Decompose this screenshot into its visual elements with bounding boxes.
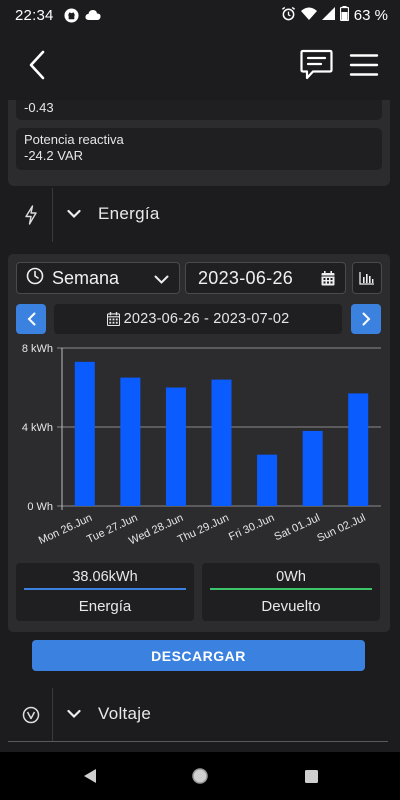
wifi-icon xyxy=(300,7,317,24)
bar xyxy=(74,361,95,506)
chevron-down-icon[interactable] xyxy=(64,204,84,224)
x-tick-label: Mon 26.Jun xyxy=(37,512,94,547)
returned-total-line xyxy=(210,588,372,590)
next-period-button[interactable] xyxy=(351,304,381,334)
reactive-power-tile: Potencia reactiva -24.2 VAR xyxy=(16,128,382,170)
date-input[interactable]: 2023-06-26 xyxy=(185,262,346,294)
alarm-icon xyxy=(281,6,296,25)
x-tick-label: Thu 29.Jun xyxy=(176,512,231,546)
x-tick-label: Sun 02.Jul xyxy=(315,512,367,545)
back-nav-icon[interactable] xyxy=(80,766,100,786)
bar xyxy=(211,379,232,506)
feedback-button[interactable] xyxy=(298,47,334,83)
chart-type-button[interactable] xyxy=(352,262,382,294)
recents-nav-icon[interactable] xyxy=(301,766,321,786)
voltage-section-title: Voltaje xyxy=(98,704,152,723)
date-input-value: 2023-06-26 xyxy=(198,267,294,288)
period-select-value: Semana xyxy=(52,267,120,288)
date-range-label: 2023-06-26 - 2023-07-02 xyxy=(54,304,342,334)
x-tick-label: Fri 30.Jun xyxy=(227,512,276,544)
chevron-down-icon xyxy=(154,272,169,290)
energy-bar-chart: 0 Wh4 kWh8 kWhMon 26.JunTue 27.JunWed 28… xyxy=(22,343,381,547)
date-range-text: 2023-06-26 - 2023-07-02 xyxy=(123,311,290,327)
tile-value: -0.43 xyxy=(24,100,54,115)
bar xyxy=(165,387,186,506)
chevron-left-icon xyxy=(29,50,45,80)
value-tile: -0.43 xyxy=(16,100,382,120)
returned-total-label: Devuelto xyxy=(261,598,321,615)
bar xyxy=(302,430,323,506)
tile-label: Potencia reactiva xyxy=(24,132,124,147)
y-tick-label: 0 Wh xyxy=(27,501,53,513)
system-nav-bar xyxy=(0,752,400,800)
chevron-left-icon xyxy=(27,312,35,326)
main-content[interactable]: -0.43 Potencia reactiva -24.2 VAR Energí… xyxy=(0,100,400,760)
lightning-icon xyxy=(20,203,42,227)
status-bar: 22:34 63 % xyxy=(0,0,400,30)
battery-percent: 63 % xyxy=(353,6,388,24)
home-nav-icon[interactable] xyxy=(190,766,210,786)
download-button[interactable]: DESCARGAR xyxy=(32,640,365,671)
chevron-right-icon xyxy=(362,312,370,326)
y-tick-label: 4 kWh xyxy=(22,422,53,434)
battery-icon xyxy=(339,5,349,25)
calendar-icon xyxy=(106,312,120,326)
github-icon xyxy=(64,7,79,23)
bar xyxy=(120,377,141,506)
y-tick-label: 8 kWh xyxy=(22,343,53,355)
status-time: 22:34 xyxy=(15,6,54,24)
cloud-icon xyxy=(84,9,101,21)
bar-chart-icon xyxy=(359,272,374,285)
signal-icon xyxy=(321,6,335,24)
tile-value: -24.2 VAR xyxy=(24,148,84,163)
energy-total-box: 38.06kWh Energía xyxy=(16,563,194,621)
measurements-card: -0.43 Potencia reactiva -24.2 VAR xyxy=(8,100,390,186)
section-divider xyxy=(52,688,53,742)
energy-section-header[interactable]: Energía xyxy=(0,188,400,242)
energy-chart: 0 Wh 4 kWh 8 kWh Mon 26.Jun Tue 27.Jun Wed 28… xyxy=(8,342,390,562)
chat-icon xyxy=(299,49,333,80)
clock-icon xyxy=(26,267,44,290)
menu-button[interactable] xyxy=(346,47,382,83)
back-button[interactable] xyxy=(22,48,52,82)
x-tick-label: Sat 01.Jul xyxy=(273,512,322,544)
voltage-section-header[interactable]: Voltaje xyxy=(0,688,400,742)
returned-total-value: 0Wh xyxy=(276,569,306,585)
energy-section-title: Energía xyxy=(98,204,160,223)
section-divider xyxy=(52,188,53,242)
chevron-down-icon[interactable] xyxy=(64,704,84,724)
period-select[interactable]: Semana xyxy=(16,262,180,294)
section-underline xyxy=(8,741,388,742)
energy-total-value: 38.06kWh xyxy=(72,569,138,585)
hamburger-menu-icon xyxy=(349,54,379,76)
energy-card: Semana 2023-06-26 2023-06-26 - 2023-07-0… xyxy=(8,254,390,632)
returned-total-box: 0Wh Devuelto xyxy=(202,563,380,621)
energy-total-line xyxy=(24,588,186,590)
calendar-icon[interactable] xyxy=(321,271,335,291)
app-bar xyxy=(0,30,400,100)
previous-period-button[interactable] xyxy=(16,304,46,334)
voltage-icon xyxy=(20,703,42,727)
energy-total-label: Energía xyxy=(78,598,132,615)
bar xyxy=(257,454,278,506)
bar xyxy=(348,393,369,506)
